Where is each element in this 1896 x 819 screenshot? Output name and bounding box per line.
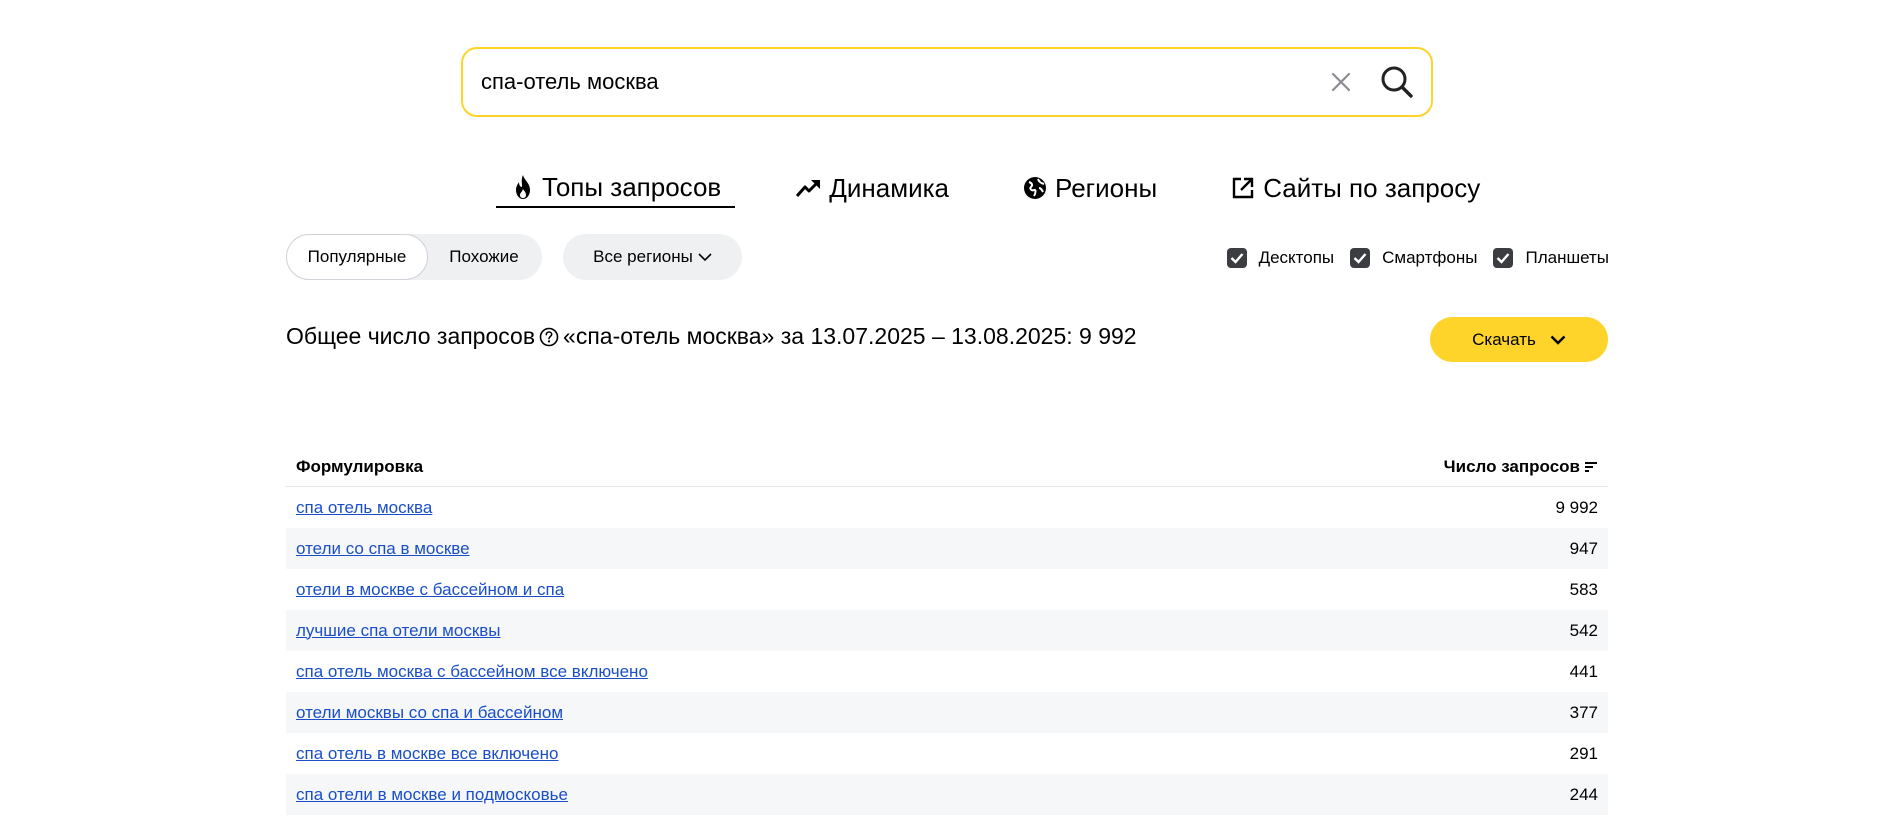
tab-sites[interactable]: Сайты по запросу [1215, 168, 1494, 208]
trend-up-icon [796, 180, 821, 197]
query-count: 542 [1569, 620, 1598, 640]
fire-icon [516, 175, 530, 199]
summary-prefix: Общее число запросов [286, 323, 536, 349]
question-circle-icon[interactable] [539, 327, 559, 347]
query-link[interactable]: спа отель москва [296, 498, 432, 518]
query-link[interactable]: отели москвы со спа и бассейном [296, 703, 563, 723]
check-icon[interactable] [1493, 248, 1514, 268]
summary-line: Общее число запросов «спа-отель москва» … [286, 323, 1137, 350]
popular-button[interactable]: Популярные [286, 234, 428, 280]
query-count: 244 [1569, 784, 1598, 804]
tab-label: Сайты по запросу [1263, 172, 1481, 203]
tab-regions[interactable]: Регионы [1007, 168, 1171, 208]
query-count: 441 [1569, 661, 1598, 681]
table-row: лучшие спа отели москвы 542 [286, 610, 1608, 651]
query-link[interactable]: отели со спа в москве [296, 539, 470, 559]
table-row: спа отель москва 9 992 [286, 487, 1608, 528]
query-count: 947 [1569, 538, 1598, 558]
download-label: Скачать [1472, 329, 1536, 349]
table-row: отели со спа в москве 947 [286, 528, 1608, 569]
globe-icon [1024, 177, 1047, 199]
device-tablet[interactable]: Планшеты [1493, 248, 1609, 268]
download-button[interactable]: Скачать [1430, 317, 1608, 362]
table-header: Формулировка Число запросов [286, 447, 1608, 487]
tab-bar: Топы запросов Динамика Регионы Сайты по … [496, 168, 1538, 210]
device-desktop[interactable]: Десктопы [1226, 248, 1335, 268]
check-icon[interactable] [1226, 248, 1247, 268]
summary-suffix: «спа-отель москва» за 13.07.2025 – 13.08… [563, 323, 1137, 349]
sort-icon [1585, 461, 1597, 472]
column-header-count-label: Число запросов [1443, 456, 1580, 476]
chevron-down-icon [698, 253, 712, 262]
tab-dynamics[interactable]: Динамика [779, 168, 963, 208]
table-body: спа отель москва 9 992 отели со спа в моск… [286, 487, 1608, 815]
query-count: 291 [1569, 743, 1598, 763]
table-row: отели москвы со спа и бассейном 377 [286, 692, 1608, 733]
tab-label: Топы запросов [542, 171, 722, 202]
device-label: Планшеты [1525, 248, 1609, 267]
region-select[interactable]: Все регионы [563, 234, 742, 280]
search-input[interactable] [481, 69, 1323, 95]
query-count: 583 [1569, 579, 1598, 599]
similar-button[interactable]: Похожие [428, 234, 540, 280]
table-row: спа отель москва с бассейном все включен… [286, 651, 1608, 692]
search-bar [461, 47, 1433, 117]
queries-table: Формулировка Число запросов спа отель мо… [286, 447, 1608, 815]
external-link-icon [1232, 177, 1254, 199]
device-filters: Десктопы Смартфоны Планшеты [1211, 246, 1609, 270]
query-link[interactable]: отели в москве с бассейном и спа [296, 580, 564, 600]
table-row: спа отели в москве и подмосковье 244 [286, 774, 1608, 815]
check-icon[interactable] [1350, 248, 1371, 268]
tab-label: Динамика [829, 172, 950, 203]
table-row: спа отель в москве все включено 291 [286, 733, 1608, 774]
query-count: 9 992 [1555, 497, 1598, 517]
device-label: Смартфоны [1382, 248, 1478, 267]
tab-top-queries[interactable]: Топы запросов [496, 168, 736, 208]
query-link[interactable]: лучшие спа отели москвы [296, 621, 501, 641]
query-link[interactable]: спа отели в москве и подмосковье [296, 785, 568, 805]
region-select-label: Все регионы [593, 247, 693, 266]
table-row: отели в москве с бассейном и спа 583 [286, 569, 1608, 610]
query-link[interactable]: спа отель в москве все включено [296, 744, 558, 764]
tab-label: Регионы [1055, 172, 1158, 203]
device-label: Десктопы [1258, 248, 1335, 267]
column-header-phrase: Формулировка [296, 456, 424, 476]
query-count: 377 [1569, 702, 1598, 722]
query-type-switch: Популярные Похожие [286, 234, 542, 280]
query-link[interactable]: спа отель москва с бассейном все включен… [296, 662, 648, 682]
search-icon[interactable] [1377, 62, 1417, 102]
close-icon[interactable] [1323, 64, 1359, 100]
device-smartphone[interactable]: Смартфоны [1350, 248, 1477, 268]
chevron-down-icon [1550, 335, 1566, 345]
column-header-count[interactable]: Число запросов [1444, 457, 1598, 477]
